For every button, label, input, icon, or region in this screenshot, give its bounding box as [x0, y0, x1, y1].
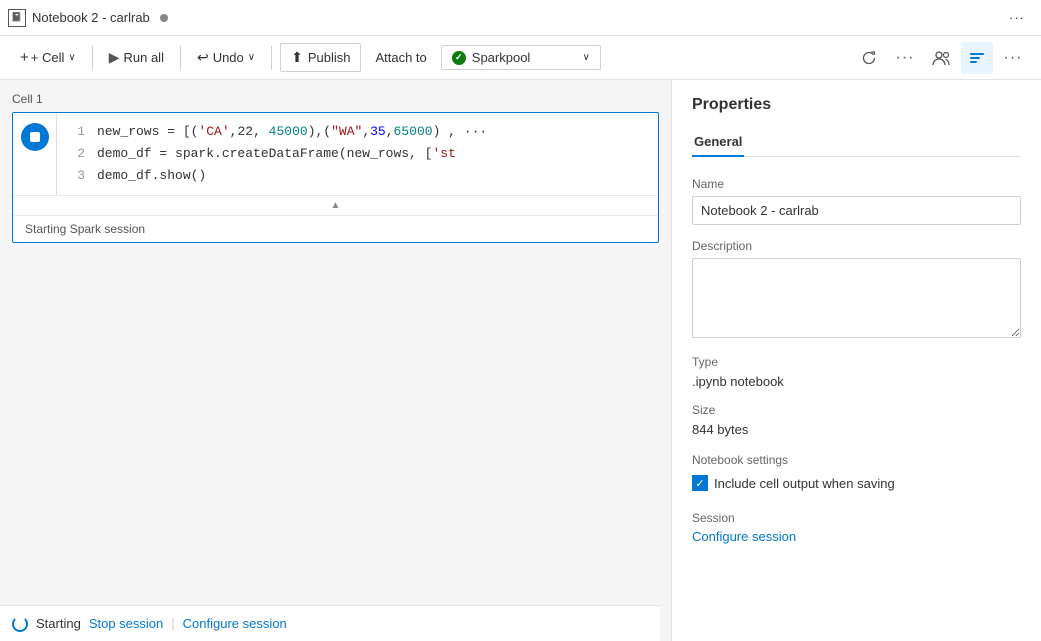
collapse-button[interactable]: ▲ [331, 200, 341, 211]
undo-button[interactable]: ↩ Undo ∨ [189, 44, 263, 71]
main-layout: Cell 1 1 new_rows = [('CA',22, 45000),("… [0, 80, 1041, 641]
title-bar-right: ··· [1001, 5, 1033, 30]
title-more-button[interactable]: ··· [1001, 5, 1033, 30]
include-output-checkbox[interactable] [692, 475, 708, 491]
title-bar-left: 📓 Notebook 2 - carlrab [8, 9, 168, 27]
add-cell-label: + Cell [31, 50, 65, 65]
include-output-row: Include cell output when saving [692, 475, 1021, 491]
stop-session-link[interactable]: Stop session [89, 616, 163, 631]
loading-spinner [12, 616, 28, 632]
people-icon-button[interactable] [925, 42, 957, 74]
undo-label: Undo [213, 50, 244, 65]
divider-1 [92, 46, 93, 70]
panel-title: Properties [692, 96, 1021, 114]
status-text: Starting [36, 616, 81, 631]
notebook-title: Notebook 2 - carlrab [32, 10, 150, 25]
configure-session-panel-link[interactable]: Configure session [692, 529, 796, 544]
status-bar: Starting Stop session | Configure sessio… [0, 605, 660, 641]
more-options-button[interactable]: ··· [889, 42, 921, 74]
play-icon: ▶ [109, 49, 120, 66]
status-separator: | [171, 616, 174, 631]
run-all-label: Run all [123, 50, 163, 65]
toolbar-more-icon: ··· [1004, 49, 1023, 67]
sparkpool-chevron: ∨ [582, 52, 589, 63]
unsaved-indicator [160, 14, 168, 22]
code-line-1: 1 new_rows = [('CA',22, 45000),("WA",35,… [69, 121, 646, 143]
divider-3 [271, 46, 272, 70]
toolbar-more-button[interactable]: ··· [997, 42, 1029, 74]
run-all-button[interactable]: ▶ Run all [101, 44, 172, 71]
spark-status-icon [452, 51, 466, 65]
size-label: Size [692, 403, 1021, 417]
properties-button[interactable] [961, 42, 993, 74]
name-label: Name [692, 177, 1021, 191]
attach-to-button[interactable]: Attach to [365, 45, 436, 70]
size-value: 844 bytes [692, 422, 1021, 437]
stop-button[interactable] [21, 123, 49, 151]
publish-icon: ⬆ [291, 49, 303, 66]
cell-collapse-bar: ▲ [13, 195, 658, 215]
type-label: Type [692, 355, 1021, 369]
include-output-label: Include cell output when saving [714, 476, 895, 491]
tab-general[interactable]: General [692, 128, 744, 157]
type-value: .ipynb notebook [692, 374, 1021, 389]
cell-code-area: 1 new_rows = [('CA',22, 45000),("WA",35,… [13, 113, 658, 195]
notebook-settings-label: Notebook settings [692, 453, 1021, 467]
cell-container: 1 new_rows = [('CA',22, 45000),("WA",35,… [12, 112, 659, 243]
attach-to-label: Attach to [375, 50, 426, 65]
configure-session-link[interactable]: Configure session [183, 616, 287, 631]
title-bar: 📓 Notebook 2 - carlrab ··· [0, 0, 1041, 36]
editor-area: Cell 1 1 new_rows = [('CA',22, 45000),("… [0, 80, 671, 641]
session-label: Session [692, 511, 1021, 525]
cell-output: Starting Spark session [13, 215, 658, 242]
publish-label: Publish [308, 50, 351, 65]
add-cell-chevron: ∨ [68, 52, 75, 63]
divider-2 [180, 46, 181, 70]
code-line-3: 3 demo_df.show() [69, 165, 646, 187]
toolbar-right: ··· ··· [853, 42, 1029, 74]
refresh-button[interactable] [853, 42, 885, 74]
properties-panel: Properties General Name Description Type… [671, 80, 1041, 641]
code-editor[interactable]: 1 new_rows = [('CA',22, 45000),("WA",35,… [57, 113, 658, 195]
panel-tabs: General [692, 128, 1021, 157]
cell-output-text: Starting Spark session [25, 222, 145, 236]
plus-icon: + [20, 49, 29, 66]
description-textarea[interactable] [692, 258, 1021, 338]
add-cell-button[interactable]: + + Cell ∨ [12, 44, 84, 71]
name-input[interactable] [692, 196, 1021, 225]
code-line-2: 2 demo_df = spark.createDataFrame(new_ro… [69, 143, 646, 165]
publish-button[interactable]: ⬆ Publish [280, 43, 361, 72]
sparkpool-dropdown[interactable]: Sparkpool ∨ [441, 45, 601, 70]
cell-run-area [13, 113, 57, 195]
notebook-icon: 📓 [8, 9, 26, 27]
people-icon [931, 48, 951, 68]
refresh-icon [861, 50, 877, 66]
toolbar: + + Cell ∨ ▶ Run all ↩ Undo ∨ ⬆ Publish … [0, 36, 1041, 80]
more-icon: ··· [896, 49, 915, 67]
stop-icon [30, 132, 40, 142]
sparkpool-name: Sparkpool [472, 50, 531, 65]
undo-chevron: ∨ [248, 52, 255, 63]
undo-icon: ↩ [197, 49, 209, 66]
properties-icon [968, 49, 986, 67]
cell-label: Cell 1 [12, 92, 659, 106]
description-label: Description [692, 239, 1021, 253]
